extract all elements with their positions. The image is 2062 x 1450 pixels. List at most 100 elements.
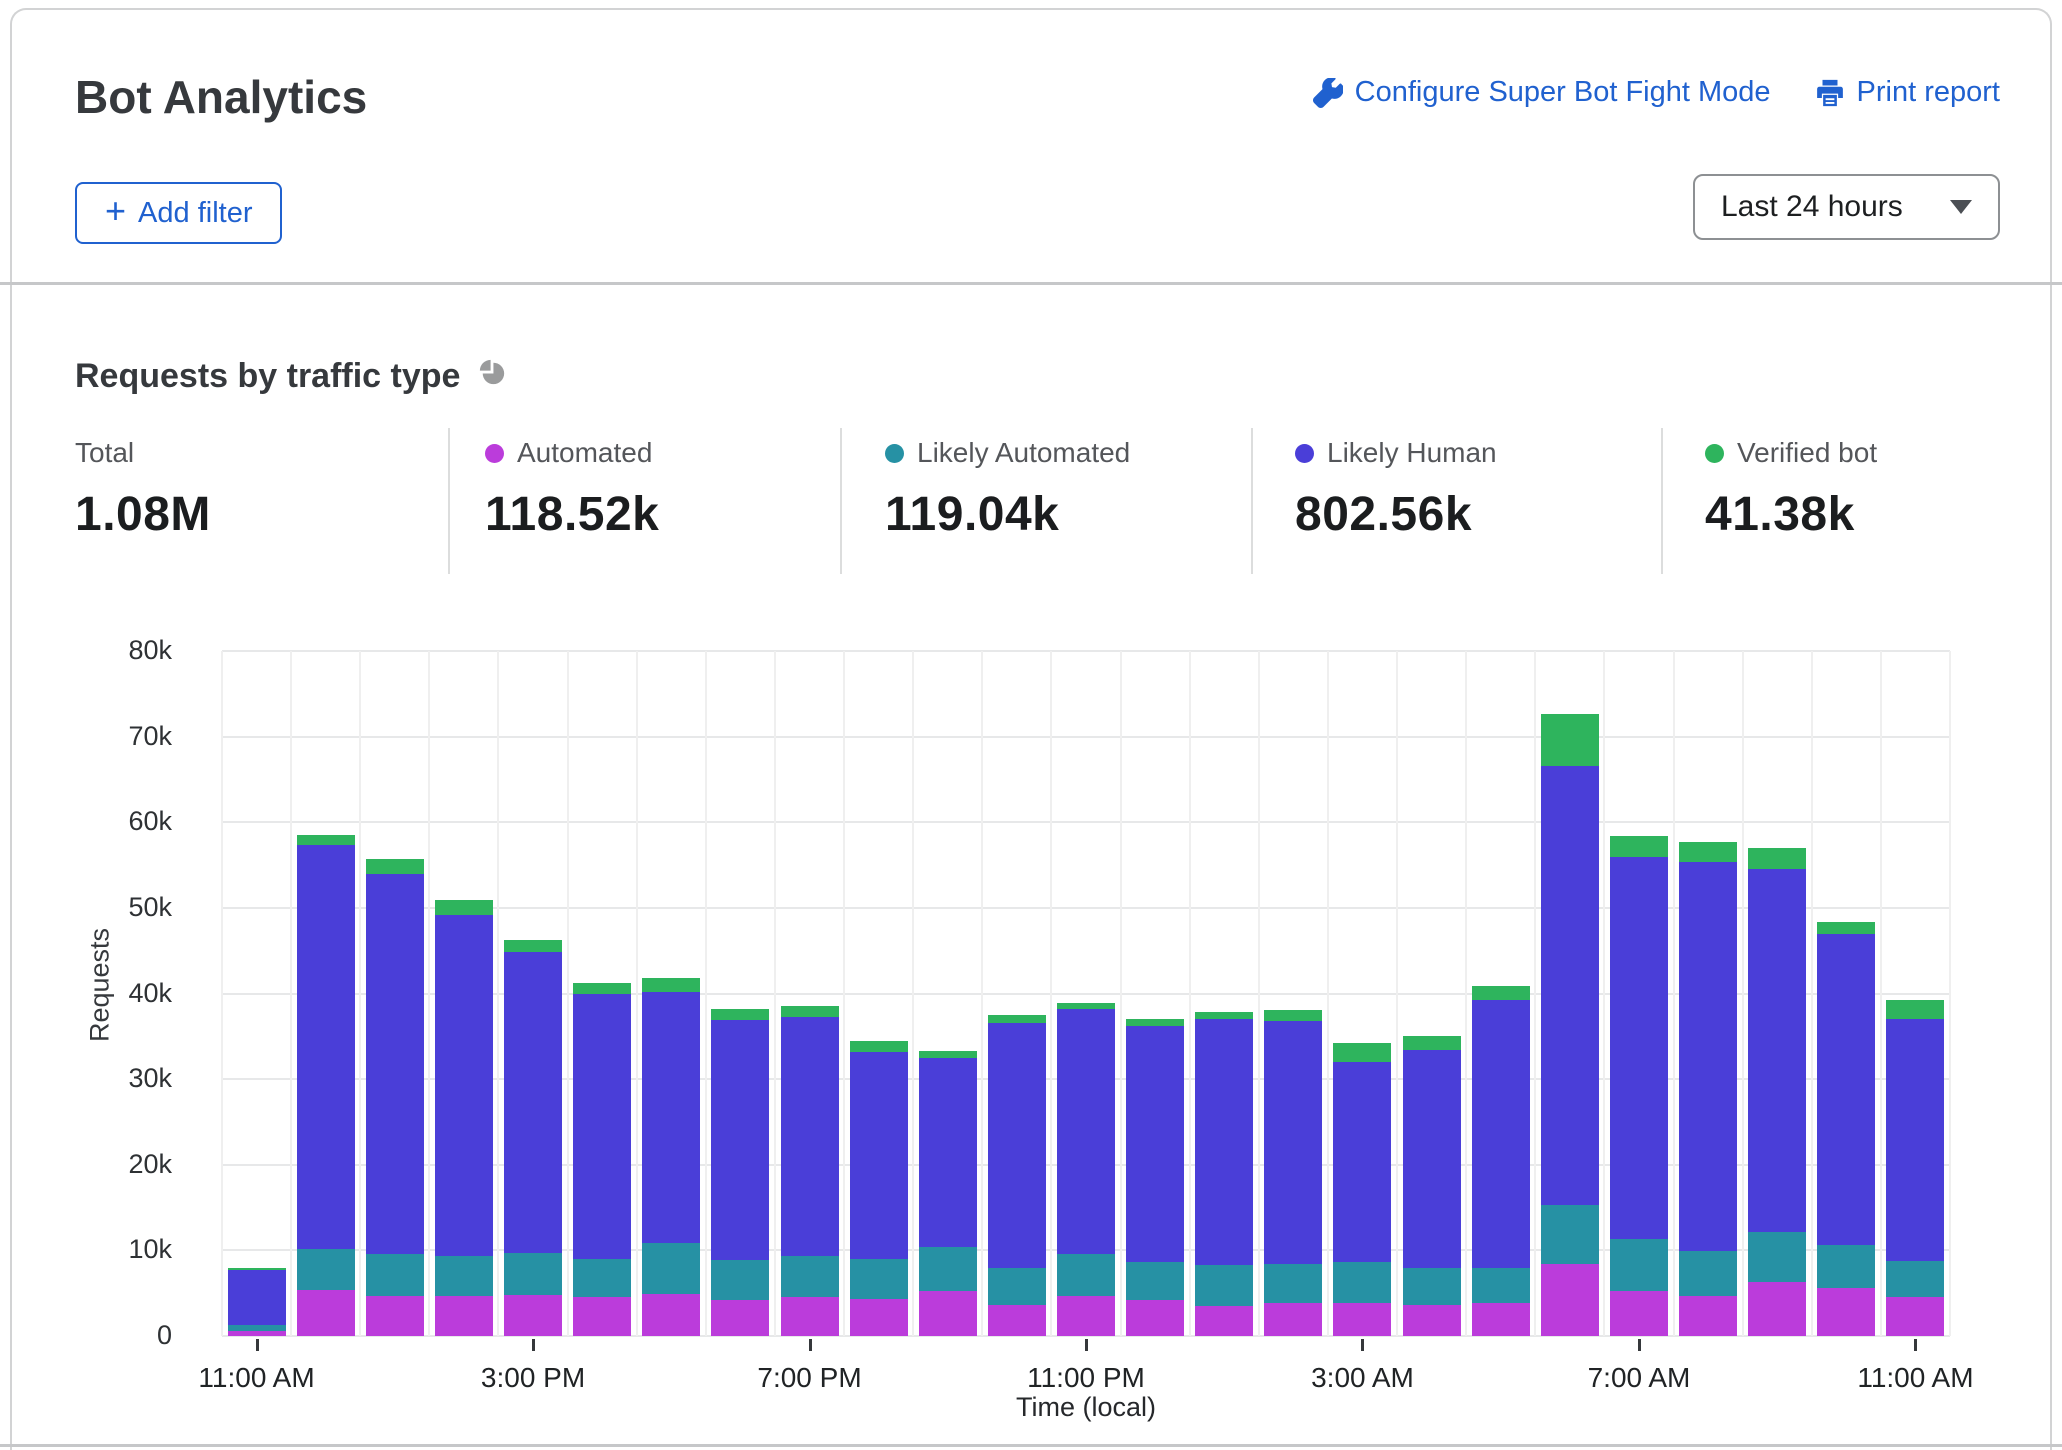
bar-1200pm <box>297 835 355 1336</box>
bar-1100pm <box>1057 1003 1115 1336</box>
y-axis-labels: 010k20k30k40k50k60k70k80k <box>52 651 172 1336</box>
segment-verified_bot <box>1817 922 1875 934</box>
segment-likely_human <box>1679 862 1737 1252</box>
segment-verified_bot <box>1126 1019 1184 1026</box>
verified-bot-legend-dot <box>1705 444 1724 463</box>
segment-automated <box>988 1305 1046 1336</box>
gridline-vertical <box>1189 651 1191 1336</box>
segment-likely_automated <box>850 1259 908 1299</box>
segment-verified_bot <box>919 1051 977 1058</box>
y-tick-label: 20k <box>52 1149 172 1180</box>
y-tick-label: 80k <box>52 635 172 666</box>
x-tick-label: 7:00 AM <box>1588 1362 1691 1394</box>
bar-300pm <box>504 940 562 1336</box>
segment-automated <box>1541 1264 1599 1336</box>
segment-likely_human <box>1541 766 1599 1205</box>
x-tick-label: 11:00 AM <box>198 1362 314 1394</box>
segment-verified_bot <box>850 1041 908 1051</box>
segment-automated <box>850 1299 908 1336</box>
gridline-vertical <box>705 651 707 1336</box>
x-tick <box>809 1339 812 1351</box>
segment-automated <box>1817 1288 1875 1336</box>
segment-verified_bot <box>711 1009 769 1020</box>
segment-likely_human <box>1264 1021 1322 1264</box>
x-tick-label: 3:00 AM <box>1311 1362 1414 1394</box>
segment-automated <box>1610 1291 1668 1336</box>
segment-verified_bot <box>1679 842 1737 862</box>
gridline-vertical <box>1742 651 1744 1336</box>
pie-chart-icon <box>476 356 507 396</box>
bar-800pm <box>850 1041 908 1336</box>
segment-likely_automated <box>1817 1245 1875 1288</box>
segment-verified_bot <box>1610 836 1668 857</box>
bar-400pm <box>573 983 631 1336</box>
gridline-vertical <box>1673 651 1675 1336</box>
segment-likely_automated <box>642 1243 700 1294</box>
segment-verified_bot <box>642 978 700 992</box>
segment-verified_bot <box>1541 714 1599 765</box>
y-tick-label: 50k <box>52 892 172 923</box>
print-report-link[interactable]: Print report <box>1815 76 2000 109</box>
segment-verified_bot <box>1403 1036 1461 1050</box>
segment-likely_automated <box>988 1268 1046 1306</box>
stat-likely-automated-label: Likely Automated <box>917 437 1130 469</box>
stat-likely-human: Likely Human 802.56k <box>1295 437 1497 542</box>
x-tick <box>532 1339 535 1351</box>
stat-likely-automated-value: 119.04k <box>885 487 1130 542</box>
x-tick <box>1361 1339 1364 1351</box>
segment-likely_human <box>1126 1026 1184 1262</box>
segment-likely_automated <box>366 1254 424 1296</box>
bar-500pm <box>642 978 700 1336</box>
x-axis-title: Time (local) <box>1016 1392 1156 1423</box>
header-divider <box>0 282 2062 285</box>
bar-200am <box>1264 1010 1322 1336</box>
segment-likely_automated <box>297 1249 355 1290</box>
segment-automated <box>504 1295 562 1336</box>
stat-total-label: Total <box>75 437 134 469</box>
segment-likely_automated <box>1679 1251 1737 1296</box>
segment-automated <box>1748 1282 1806 1336</box>
segment-likely_human <box>988 1023 1046 1268</box>
segment-verified_bot <box>1264 1010 1322 1021</box>
stat-total: Total 1.08M <box>75 437 211 542</box>
gridline-vertical <box>1465 651 1467 1336</box>
segment-likely_human <box>228 1270 286 1325</box>
section-heading: Requests by traffic type <box>75 356 507 396</box>
add-filter-button[interactable]: + Add filter <box>75 182 282 244</box>
bar-1200am <box>1126 1019 1184 1336</box>
bar-200pm <box>435 900 493 1336</box>
y-tick-label: 40k <box>52 978 172 1009</box>
bar-300am <box>1333 1043 1391 1336</box>
segment-likely_automated <box>1472 1268 1530 1303</box>
bar-900pm <box>919 1051 977 1336</box>
gridline-vertical <box>1050 651 1052 1336</box>
segment-likely_human <box>504 952 562 1253</box>
gridline-vertical <box>1880 651 1882 1336</box>
segment-likely_human <box>919 1058 977 1247</box>
time-range-select[interactable]: Last 24 hours <box>1693 174 2000 240</box>
stat-verified-bot-value: 41.38k <box>1705 487 1877 542</box>
print-link-label: Print report <box>1857 76 2000 109</box>
bar-800am <box>1679 842 1737 1336</box>
segment-verified_bot <box>504 940 562 953</box>
segment-automated <box>1264 1303 1322 1336</box>
bottom-divider <box>0 1444 2062 1447</box>
stat-likely-human-value: 802.56k <box>1295 487 1497 542</box>
segment-automated <box>1403 1305 1461 1336</box>
configure-super-bot-fight-mode-link[interactable]: Configure Super Bot Fight Mode <box>1313 76 1771 109</box>
bar-100pm <box>366 859 424 1336</box>
gridline-vertical <box>497 651 499 1336</box>
segment-automated <box>297 1290 355 1336</box>
segment-automated <box>573 1297 631 1336</box>
segment-automated <box>1057 1296 1115 1336</box>
bar-900am <box>1748 848 1806 1336</box>
segment-automated <box>435 1296 493 1336</box>
x-tick <box>1085 1339 1088 1351</box>
gridline-vertical <box>636 651 638 1336</box>
segment-likely_human <box>1195 1019 1253 1265</box>
bar-1000pm <box>988 1015 1046 1336</box>
segment-likely_automated <box>1403 1268 1461 1305</box>
stat-divider <box>1661 428 1663 574</box>
add-filter-label: Add filter <box>138 197 252 230</box>
segment-likely_human <box>1057 1009 1115 1254</box>
